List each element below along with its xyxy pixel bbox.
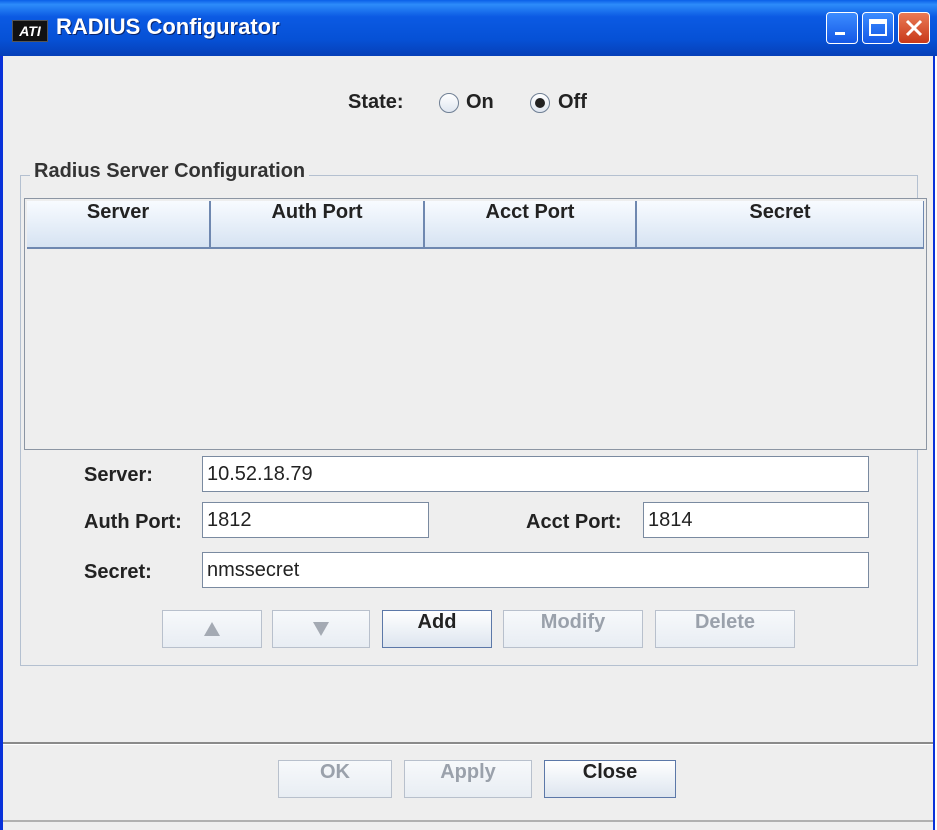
table-header: Server Auth Port Acct Port Secret (27, 201, 924, 249)
radio-selected-dot (535, 98, 545, 108)
apply-button[interactable]: Apply (404, 760, 532, 798)
maximize-icon (869, 19, 887, 36)
state-label: State: (348, 91, 404, 113)
app-logo-icon: ATI (12, 20, 48, 42)
server-table[interactable]: Server Auth Port Acct Port Secret (24, 198, 927, 450)
server-input[interactable] (202, 456, 869, 492)
close-window-button[interactable] (898, 12, 930, 44)
state-on-radio[interactable] (439, 93, 459, 113)
delete-button[interactable]: Delete (655, 610, 795, 648)
modify-button[interactable]: Modify (503, 610, 643, 648)
secret-input[interactable] (202, 552, 869, 588)
minimize-button[interactable] (826, 12, 858, 44)
move-up-button[interactable] (162, 610, 262, 648)
arrow-down-icon (313, 622, 329, 636)
auth-port-input[interactable] (202, 502, 429, 538)
column-header-secret[interactable]: Secret (637, 201, 924, 249)
column-header-auth-port[interactable]: Auth Port (211, 201, 425, 249)
window-title: RADIUS Configurator (56, 14, 280, 39)
group-title: Radius Server Configuration (30, 160, 310, 183)
add-button[interactable]: Add (382, 610, 492, 648)
state-off-label[interactable]: Off (558, 91, 587, 114)
minimize-icon (835, 32, 845, 35)
acct-port-input[interactable] (643, 502, 869, 538)
column-header-acct-port[interactable]: Acct Port (425, 201, 637, 249)
close-icon (905, 19, 923, 37)
maximize-button[interactable] (862, 12, 894, 44)
secret-label: Secret: (84, 561, 152, 583)
state-on-label[interactable]: On (466, 91, 494, 114)
title-bar[interactable]: ATI RADIUS Configurator (0, 0, 937, 56)
server-label: Server: (84, 464, 153, 486)
column-header-server[interactable]: Server (27, 201, 211, 249)
state-off-radio[interactable] (530, 93, 550, 113)
window-bottom-border (3, 820, 933, 822)
arrow-up-icon (204, 622, 220, 636)
ok-button[interactable]: OK (278, 760, 392, 798)
move-down-button[interactable] (272, 610, 370, 648)
auth-port-label: Auth Port: (84, 511, 182, 533)
close-button[interactable]: Close (544, 760, 676, 798)
acct-port-label: Acct Port: (526, 511, 622, 533)
